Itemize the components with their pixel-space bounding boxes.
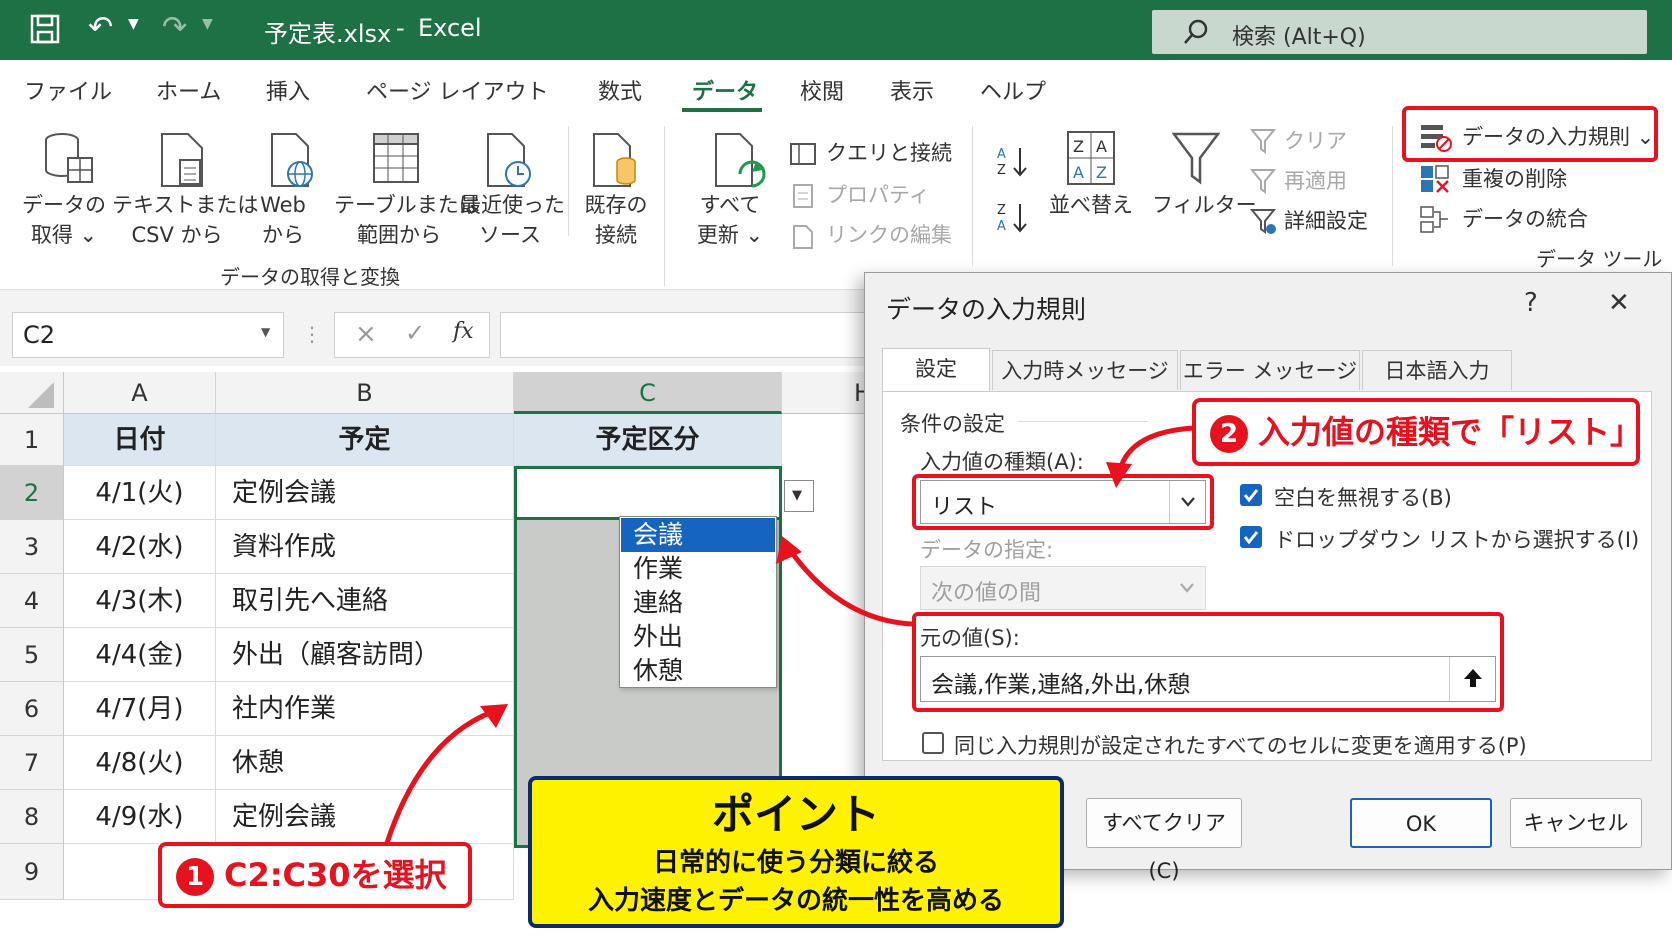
step2-callout: 2 入力値の種類で「リスト」	[1192, 398, 1643, 466]
point-line-2: 入力速度とデータの統一性を高める	[587, 886, 1004, 916]
step1-number: 1	[176, 858, 214, 896]
step2-text: 入力値の種類で「リスト」	[1258, 413, 1643, 451]
step1-text: C2:C30を選択	[224, 856, 447, 894]
point-callout: ポイント 日常的に使う分類に絞る 入力速度とデータの統一性を高める	[528, 776, 1064, 928]
step2-number: 2	[1210, 415, 1248, 453]
step1-callout: 1 C2:C30を選択	[158, 842, 472, 908]
point-title: ポイント	[711, 790, 880, 839]
point-line-1: 日常的に使う分類に絞る	[652, 848, 939, 878]
